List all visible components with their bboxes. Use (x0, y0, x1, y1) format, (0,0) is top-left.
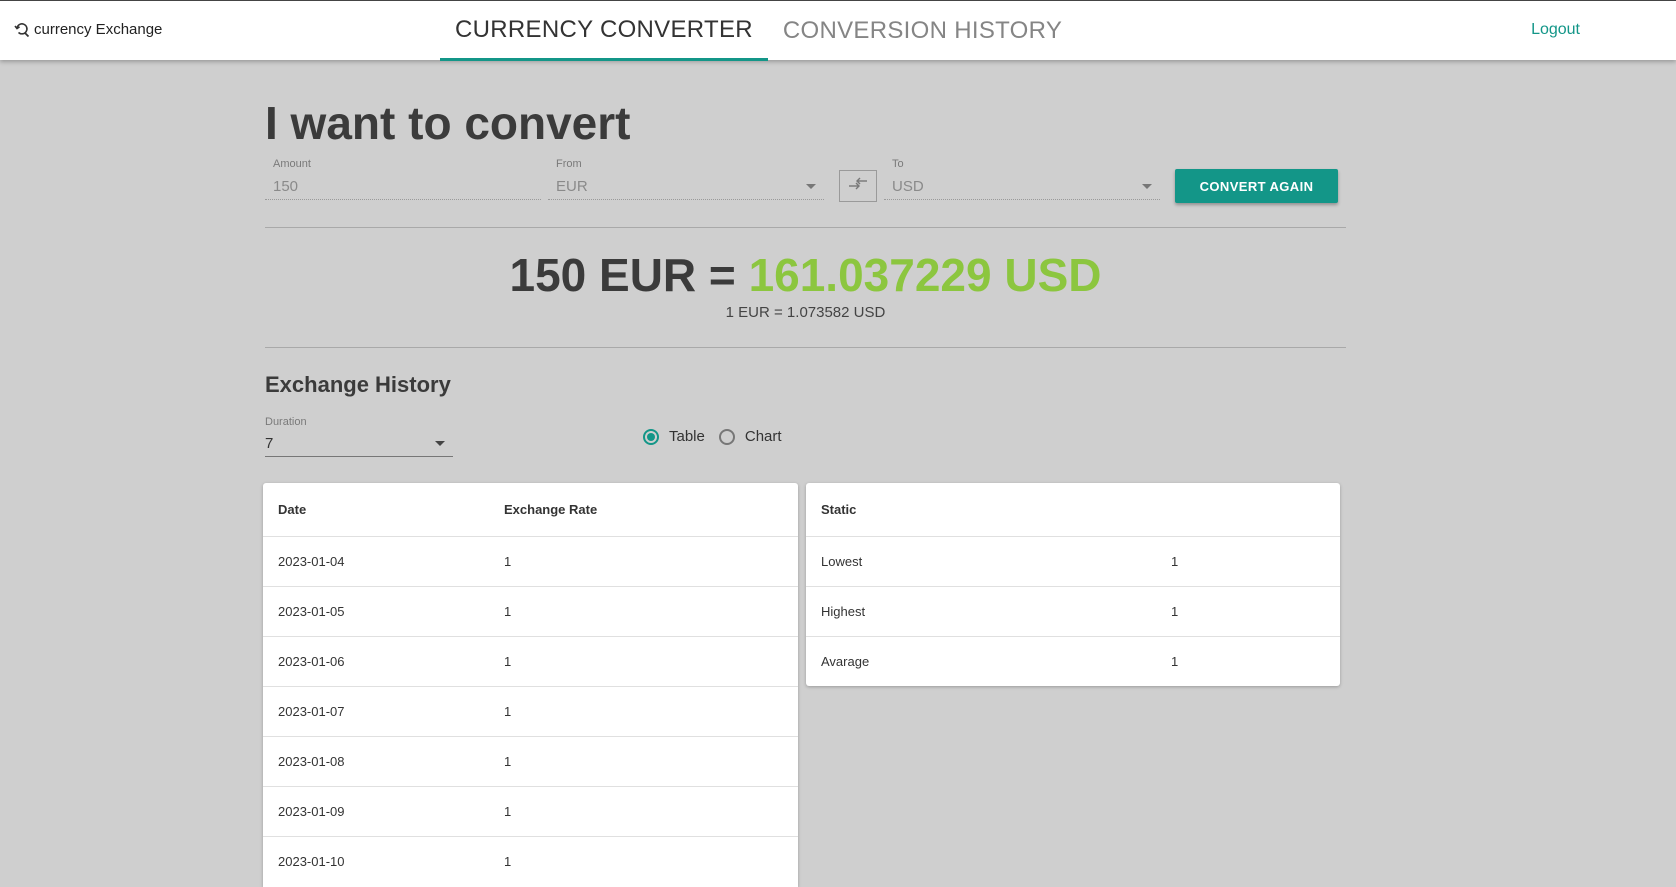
history-table: Date Exchange Rate 2023-01-04 1 2023-01-… (263, 483, 798, 886)
column-header-exchange-rate: Exchange Rate (489, 483, 798, 537)
duration-select-control[interactable]: 7 (265, 430, 453, 457)
from-currency-select[interactable]: From EUR (548, 158, 824, 200)
to-select-control[interactable]: USD (884, 174, 1160, 200)
chevron-down-icon (806, 184, 816, 189)
cell-rate: 1 (489, 536, 798, 587)
from-value: EUR (556, 178, 588, 195)
amount-label: Amount (273, 158, 311, 170)
to-value: USD (892, 178, 924, 195)
cell-date: 2023-01-05 (263, 586, 489, 637)
amount-input[interactable]: 150 (265, 174, 541, 200)
swap-arrows-icon (847, 177, 869, 196)
exchange-rate-line: 1 EUR = 1.073582 USD (725, 304, 886, 321)
divider (265, 347, 1346, 348)
table-row: Avarage 1 (806, 636, 1340, 686)
column-header-date: Date (263, 483, 489, 537)
convert-again-button[interactable]: CONVERT AGAIN (1175, 169, 1338, 203)
cell-date: 2023-01-08 (263, 736, 489, 787)
radio-chart-label: Chart (744, 428, 782, 445)
conversion-result: 150 EUR = 161.037229 USD (265, 248, 1346, 302)
table-row: 2023-01-08 1 (263, 736, 798, 787)
view-toggle: Table Chart (643, 428, 796, 445)
chevron-down-icon (1142, 184, 1152, 189)
chevron-down-icon (435, 440, 445, 446)
cell-date: 2023-01-06 (263, 636, 489, 687)
brand[interactable]: currency Exchange (14, 21, 162, 38)
radio-table[interactable]: Table (643, 428, 705, 445)
currency-exchange-icon (14, 22, 30, 38)
table-row: 2023-01-07 1 (263, 686, 798, 737)
column-header-static: Static (806, 483, 1340, 537)
table-row: 2023-01-04 1 (263, 536, 798, 587)
stat-label: Highest (806, 586, 1156, 637)
stat-label: Lowest (806, 536, 1156, 587)
duration-value: 7 (265, 434, 274, 452)
statistics-table: Static Lowest 1 Highest 1 Avarage 1 (806, 483, 1340, 686)
cell-date: 2023-01-07 (263, 686, 489, 737)
result-input: 150 EUR = (509, 249, 749, 301)
table-row: Highest 1 (806, 586, 1340, 637)
statistics-table-card: Static Lowest 1 Highest 1 Avarage 1 (806, 483, 1340, 686)
radio-checked-icon[interactable] (643, 428, 659, 445)
top-app-bar: currency Exchange CURRENCY CONVERTER CON… (0, 0, 1676, 61)
cell-date: 2023-01-09 (263, 786, 489, 837)
amount-field[interactable]: Amount 150 (265, 158, 541, 200)
history-table-card: Date Exchange Rate 2023-01-04 1 2023-01-… (263, 483, 798, 887)
table-row: Lowest 1 (806, 536, 1340, 587)
swap-currencies-button[interactable] (839, 170, 877, 202)
duration-select[interactable]: Duration 7 (265, 416, 453, 457)
stat-label: Avarage (821, 653, 870, 669)
cell-date: 2023-01-10 (278, 853, 345, 869)
result-output: 161.037229 USD (748, 249, 1102, 301)
logout-link[interactable]: Logout (1531, 21, 1580, 39)
duration-label: Duration (265, 416, 307, 428)
from-select-control[interactable]: EUR (548, 174, 824, 200)
cell-rate: 1 (489, 736, 798, 787)
table-row: 2023-01-06 1 (263, 636, 798, 687)
from-label: From (556, 158, 582, 170)
cell-rate: 1 (489, 786, 798, 837)
cell-rate: 1 (489, 586, 798, 637)
stat-value: 1 (1156, 586, 1340, 637)
cell-rate: 1 (489, 686, 798, 737)
radio-unchecked-icon[interactable] (718, 428, 735, 445)
table-row: 2023-01-05 1 (263, 586, 798, 637)
to-currency-select[interactable]: To USD (884, 158, 1160, 200)
cell-rate: 1 (489, 636, 798, 687)
page-title: I want to convert (265, 97, 631, 149)
tab-conversion-history[interactable]: CONVERSION HISTORY (768, 1, 1077, 61)
table-row: 2023-01-10 1 (263, 836, 798, 886)
exchange-history-title: Exchange History (265, 372, 451, 397)
radio-table-label: Table (669, 428, 705, 445)
table-header-row: Date Exchange Rate (263, 483, 798, 537)
tab-currency-converter[interactable]: CURRENCY CONVERTER (440, 1, 768, 61)
stat-value: 1 (1156, 536, 1340, 587)
cell-date: 2023-01-04 (263, 536, 489, 587)
stat-value: 1 (1171, 653, 1179, 669)
to-label: To (892, 158, 904, 170)
radio-chart[interactable]: Chart (718, 428, 782, 445)
table-header-row: Static (806, 483, 1340, 537)
cell-rate: 1 (504, 853, 512, 869)
brand-label: currency Exchange (34, 21, 163, 38)
table-row: 2023-01-09 1 (263, 786, 798, 837)
divider (265, 227, 1346, 228)
amount-value: 150 (273, 178, 299, 195)
main-tabs: CURRENCY CONVERTER CONVERSION HISTORY (440, 1, 1077, 61)
